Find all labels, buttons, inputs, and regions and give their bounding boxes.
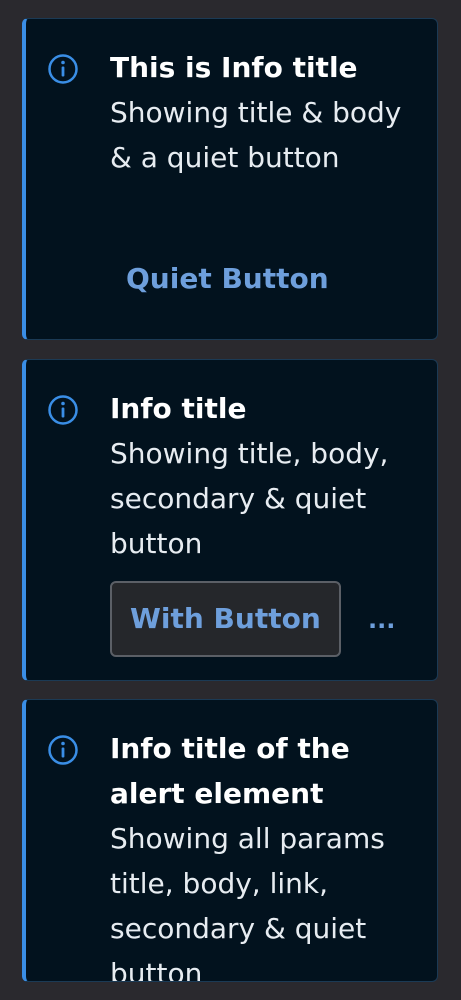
info-alert-1: This is Info title Showing title & body … <box>22 18 438 340</box>
info-icon <box>48 54 78 84</box>
alert-body: Showing title, body, secondary & quiet b… <box>110 437 389 560</box>
alert-content: This is Info title Showing title & body … <box>110 45 429 180</box>
info-icon <box>48 395 78 425</box>
quiet-button[interactable]: Quiet Button <box>126 259 329 299</box>
secondary-button[interactable]: With Button <box>110 581 341 657</box>
alert-body: Showing all params title, body, link, se… <box>110 822 385 982</box>
more-button[interactable]: ... <box>366 600 397 640</box>
info-alert-2: Info title Showing title, body, secondar… <box>22 359 438 681</box>
info-icon <box>48 735 78 765</box>
alert-title: Info title of the alert element <box>110 732 350 810</box>
alert-content: Info title Showing title, body, secondar… <box>110 386 429 566</box>
info-alert-3: Info title of the alert element Showing … <box>22 699 438 982</box>
alert-title: This is Info title <box>110 51 358 84</box>
alert-body: Showing title & body & a quiet button <box>110 96 402 174</box>
alert-content: Info title of the alert element Showing … <box>110 726 429 982</box>
alert-title: Info title <box>110 392 247 425</box>
